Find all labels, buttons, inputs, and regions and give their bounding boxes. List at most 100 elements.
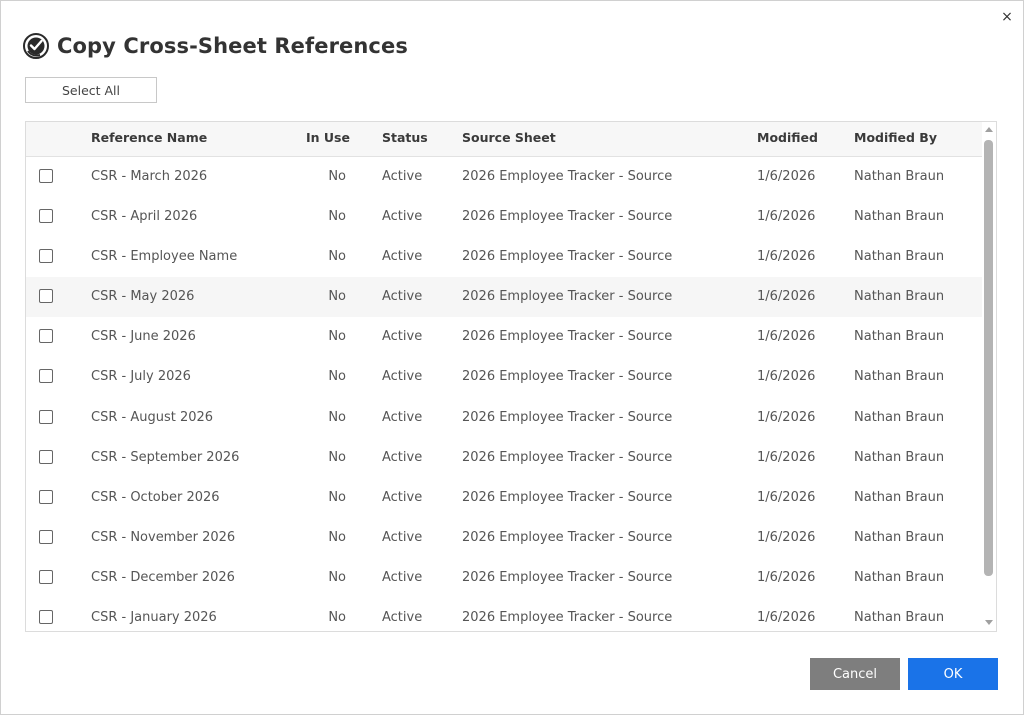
modified-date-cell: 1/6/2026 <box>757 369 816 385</box>
modified-date-cell: 1/6/2026 <box>757 289 816 305</box>
ok-button[interactable]: OK <box>908 658 998 690</box>
table-row[interactable]: CSR - March 2026 No Active 2026 Employee Tr… <box>26 157 982 197</box>
modified-by-cell: Nathan Braun <box>854 289 945 305</box>
modified-by-cell: Nathan Braun <box>854 610 945 626</box>
modified-by-cell: Nathan Braun <box>854 489 945 505</box>
modified-date-cell: 1/6/2026 <box>757 449 816 465</box>
reference-name-cell: CSR - October 2026 <box>91 489 220 505</box>
select-all-button[interactable]: Select All <box>25 77 157 103</box>
modified-by-cell: Nathan Braun <box>854 409 945 425</box>
row-checkbox[interactable] <box>39 169 53 183</box>
in-use-cell: No <box>328 489 346 505</box>
source-sheet-cell: 2026 Employee Tracker - Source <box>462 329 673 345</box>
source-sheet-cell: 2026 Employee Tracker - Source <box>462 209 673 225</box>
in-use-cell: No <box>328 529 346 545</box>
smartsheet-logo-icon <box>23 33 49 59</box>
copy-cross-sheet-references-dialog: × Copy Cross-Sheet References Select All… <box>0 0 1024 715</box>
in-use-cell: No <box>328 249 346 265</box>
modified-date-cell: 1/6/2026 <box>757 610 816 626</box>
reference-name-cell: CSR - December 2026 <box>91 569 235 585</box>
status-cell: Active <box>382 209 423 225</box>
reference-name-cell: CSR - July 2026 <box>91 369 191 385</box>
status-cell: Active <box>382 169 423 184</box>
source-sheet-cell: 2026 Employee Tracker - Source <box>462 489 673 505</box>
table-row[interactable]: CSR - July 2026 No Active 2026 Employee Tra… <box>26 357 982 397</box>
reference-name-cell: CSR - November 2026 <box>91 529 236 545</box>
table-row[interactable]: CSR - August 2026 No Active 2026 Employee T… <box>26 398 982 438</box>
table-row[interactable]: CSR - December 2026 No Active 2026 Employee… <box>26 558 982 598</box>
source-sheet-cell: 2026 Employee Tracker - Source <box>462 169 673 184</box>
table-row[interactable]: CSR - January 2026 No Active 2026 Employee … <box>26 598 982 631</box>
modified-by-cell: Nathan Braun <box>854 209 945 225</box>
source-sheet-cell: 2026 Employee Tracker - Source <box>462 409 673 425</box>
table-row[interactable]: CSR - June 2026 No Active 2026 Employee Tra… <box>26 317 982 357</box>
vertical-scrollbar[interactable] <box>982 122 996 631</box>
in-use-cell: No <box>328 369 346 385</box>
status-cell: Active <box>382 489 423 505</box>
column-header-modified-by[interactable]: Modified By <box>854 122 937 156</box>
row-checkbox[interactable] <box>39 249 53 264</box>
column-header-reference-name[interactable]: Reference Name <box>91 122 207 156</box>
table-row[interactable]: CSR - September 2026 No Active 2026 Employe… <box>26 438 982 478</box>
table-row[interactable]: CSR - November 2026 No Active 2026 Employee… <box>26 518 982 558</box>
status-cell: Active <box>382 289 423 305</box>
column-header-source-sheet[interactable]: Source Sheet <box>462 122 556 156</box>
row-checkbox[interactable] <box>39 449 53 464</box>
column-header-status[interactable]: Status <box>382 122 428 156</box>
reference-name-cell: CSR - June 2026 <box>91 329 196 345</box>
scrollbar-thumb[interactable] <box>984 140 993 576</box>
in-use-cell: No <box>328 610 346 626</box>
table-row[interactable]: CSR - Employee Name No Active 2026 Employee… <box>26 237 982 277</box>
in-use-cell: No <box>328 209 346 225</box>
in-use-cell: No <box>328 289 346 305</box>
scroll-down-arrow-icon[interactable] <box>985 620 993 625</box>
in-use-cell: No <box>328 409 346 425</box>
reference-name-cell: CSR - January 2026 <box>91 610 217 626</box>
source-sheet-cell: 2026 Employee Tracker - Source <box>462 529 673 545</box>
modified-by-cell: Nathan Braun <box>854 329 945 345</box>
modified-by-cell: Nathan Braun <box>854 249 945 265</box>
status-cell: Active <box>382 529 423 545</box>
modified-date-cell: 1/6/2026 <box>757 409 816 425</box>
source-sheet-cell: 2026 Employee Tracker - Source <box>462 569 673 585</box>
table-header: Reference Name In Use Status Source Shee… <box>26 122 982 157</box>
modified-by-cell: Nathan Braun <box>854 529 945 545</box>
scroll-up-arrow-icon[interactable] <box>985 127 993 132</box>
status-cell: Active <box>382 449 423 465</box>
status-cell: Active <box>382 569 423 585</box>
modified-date-cell: 1/6/2026 <box>757 489 816 505</box>
modified-by-cell: Nathan Braun <box>854 169 945 184</box>
dialog-title: Copy Cross-Sheet References <box>57 34 408 58</box>
table-row[interactable]: CSR - April 2026 No Active 2026 Employee Tr… <box>26 197 982 237</box>
column-header-modified[interactable]: Modified <box>757 122 818 156</box>
table-row[interactable]: CSR - October 2026 No Active 2026 Employee … <box>26 478 982 518</box>
in-use-cell: No <box>328 449 346 465</box>
status-cell: Active <box>382 369 423 385</box>
row-checkbox[interactable] <box>39 529 53 544</box>
modified-date-cell: 1/6/2026 <box>757 249 816 265</box>
modified-by-cell: Nathan Braun <box>854 569 945 585</box>
row-checkbox[interactable] <box>39 209 53 224</box>
reference-name-cell: CSR - May 2026 <box>91 289 195 305</box>
column-header-in-use[interactable]: In Use <box>306 122 350 156</box>
modified-date-cell: 1/6/2026 <box>757 169 816 184</box>
source-sheet-cell: 2026 Employee Tracker - Source <box>462 289 673 305</box>
references-table: Reference Name In Use Status Source Shee… <box>25 121 997 632</box>
row-checkbox[interactable] <box>39 369 53 384</box>
row-checkbox[interactable] <box>39 409 53 424</box>
row-checkbox[interactable] <box>39 329 53 344</box>
table-row[interactable]: CSR - May 2026 No Active 2026 Employee Trac… <box>26 277 982 318</box>
row-checkbox[interactable] <box>39 610 53 625</box>
row-checkbox[interactable] <box>39 489 53 504</box>
in-use-cell: No <box>328 329 346 345</box>
row-checkbox[interactable] <box>39 289 53 304</box>
row-checkbox[interactable] <box>39 569 53 584</box>
reference-name-cell: CSR - April 2026 <box>91 209 198 225</box>
source-sheet-cell: 2026 Employee Tracker - Source <box>462 249 673 265</box>
reference-name-cell: CSR - September 2026 <box>91 449 240 465</box>
source-sheet-cell: 2026 Employee Tracker - Source <box>462 369 673 385</box>
close-icon[interactable]: × <box>999 9 1015 25</box>
modified-date-cell: 1/6/2026 <box>757 209 816 225</box>
status-cell: Active <box>382 249 423 265</box>
cancel-button[interactable]: Cancel <box>810 658 900 690</box>
